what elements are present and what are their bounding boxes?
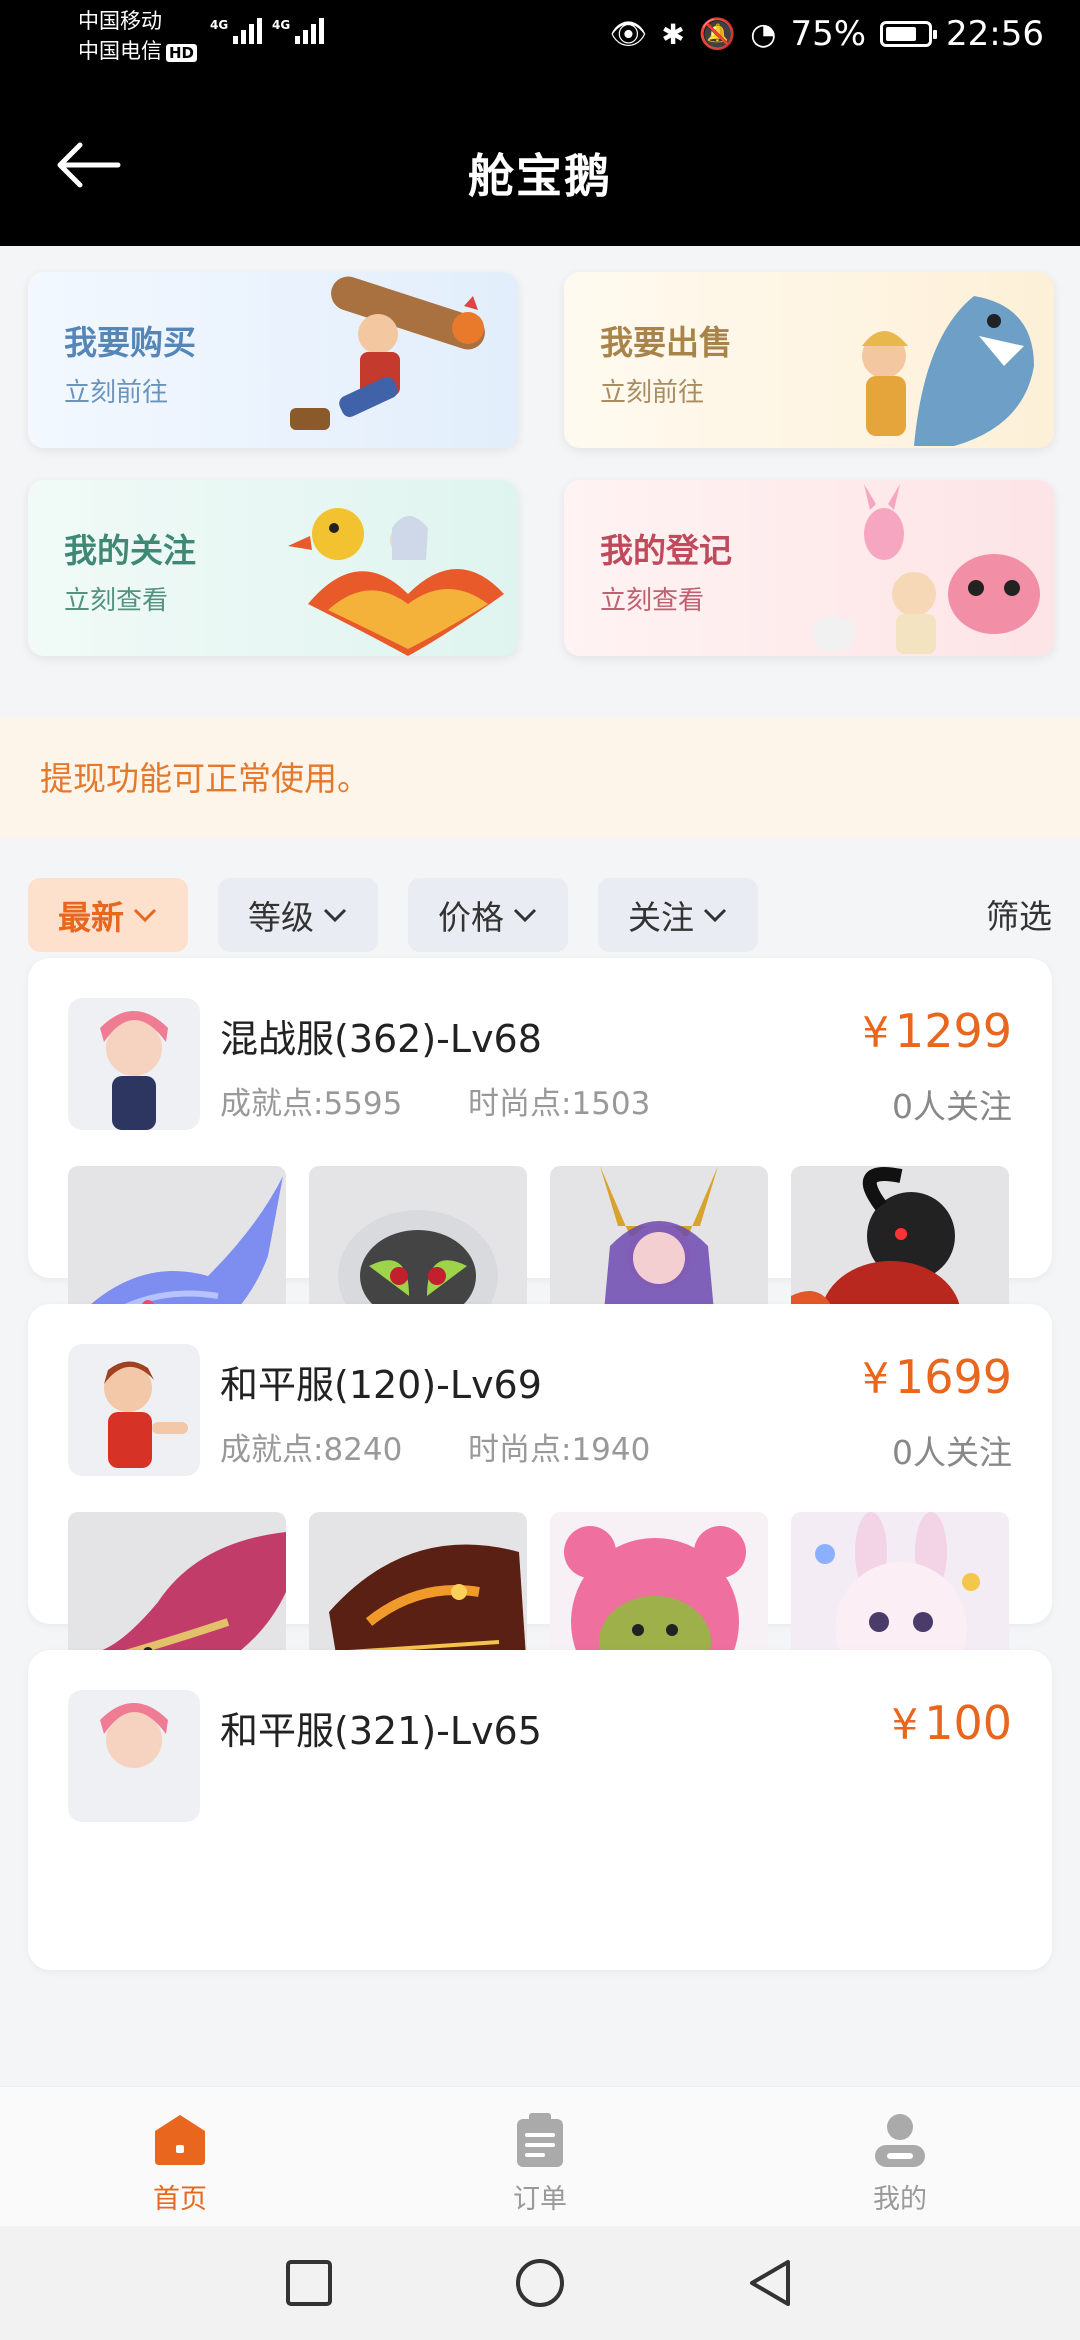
notice-text: 提现功能可正常使用。 <box>40 759 370 798</box>
tab-home[interactable]: 首页 <box>100 2111 260 2216</box>
achievement-points: 成就点:5595 <box>220 1086 403 1122</box>
price: ¥100 <box>891 1696 1012 1750</box>
back-triangle-icon[interactable] <box>744 2256 798 2310</box>
clock: 22:56 <box>946 14 1044 54</box>
register-card[interactable]: 我的登记 立刻查看 <box>564 480 1054 656</box>
listing-area: 最新 等级 价格 关注 筛选 混战服(362)-Lv68 成就点:5595 时尚… <box>0 838 1080 2086</box>
chevron-down-icon <box>513 908 537 923</box>
listing-title: 混战服(362)-Lv68 <box>220 1017 542 1061</box>
filter-bar: 最新 等级 价格 关注 筛选 <box>0 838 1080 978</box>
follow-count: 0人关注 <box>892 1087 1012 1126</box>
price: ¥1699 <box>862 1350 1012 1404</box>
status-right: 👁 ✱ 🔕 ◔ 75% 22:56 <box>609 14 1044 54</box>
tab-orders-label: 订单 <box>513 2184 567 2215</box>
avatar <box>68 1344 200 1476</box>
register-card-sub: 立刻查看 <box>600 586 705 616</box>
carrier-1: 中国移动 <box>78 9 162 33</box>
bottom-nav: 首页 订单 我的 <box>0 2086 1080 2226</box>
sell-card-title: 我要出售 <box>600 323 732 362</box>
listing-card[interactable]: 和平服(120)-Lv69 成就点:8240 时尚点:1940 ¥1699 0人… <box>28 1304 1052 1730</box>
price: ¥1299 <box>862 1004 1012 1058</box>
signal-icon-2: 4G <box>272 18 325 44</box>
follow-card-sub: 立刻查看 <box>64 586 169 616</box>
tab-orders[interactable]: 订单 <box>460 2111 620 2216</box>
app-bar: 舱宝鹅 <box>0 78 1080 246</box>
sell-illustration <box>862 296 1034 446</box>
carrier-info: 中国移动 中国电信 HD <box>78 6 198 66</box>
register-illustration <box>812 484 1040 654</box>
avatar <box>68 998 200 1130</box>
eye-icon: 👁 <box>609 16 648 52</box>
sell-card[interactable]: 我要出售 立刻前往 <box>564 272 1054 448</box>
tab-profile-label: 我的 <box>873 2184 927 2215</box>
achievement-points: 成就点:8240 <box>220 1432 403 1468</box>
quick-actions: 我要购买 立刻前往 我要出售 立刻前往 我的关注 立刻查看 我的登记 立刻查看 <box>28 272 1054 656</box>
carrier-2: 中国电信 <box>78 39 162 63</box>
status-bar: 中国移动 中国电信 HD 4G 4G 👁 ✱ 🔕 ◔ 75% 22:56 <box>0 0 1080 78</box>
follow-illustration <box>288 508 504 656</box>
page-title: 舱宝鹅 <box>468 149 612 203</box>
chevron-down-icon <box>133 908 157 923</box>
sort-price-chip[interactable]: 价格 <box>408 878 568 952</box>
notice-banner: 提现功能可正常使用。 <box>0 718 1080 838</box>
listing-title: 和平服(321)-Lv65 <box>220 1709 542 1753</box>
buy-illustration <box>290 276 485 430</box>
buy-card-sub: 立刻前往 <box>64 378 169 408</box>
battery-percent: 75% <box>790 14 867 54</box>
home-circle-icon[interactable] <box>513 2256 567 2310</box>
listing-title: 和平服(120)-Lv69 <box>220 1363 542 1407</box>
buy-card[interactable]: 我要购买 立刻前往 <box>28 272 518 448</box>
fashion-points: 时尚点:1940 <box>468 1432 651 1468</box>
chevron-down-icon <box>703 908 727 923</box>
tab-profile[interactable]: 我的 <box>820 2111 980 2216</box>
sort-level-chip[interactable]: 等级 <box>218 878 378 952</box>
bluetooth-icon: ✱ <box>661 17 685 51</box>
battery-icon <box>880 21 938 47</box>
home-icon <box>155 2115 205 2165</box>
avatar <box>68 1690 200 1822</box>
sell-card-sub: 立刻前往 <box>600 378 705 408</box>
buy-card-title: 我要购买 <box>64 323 196 362</box>
tab-home-label: 首页 <box>153 2184 207 2215</box>
listing-card[interactable]: 混战服(362)-Lv68 成就点:5595 时尚点:1503 ¥1299 0人… <box>28 958 1052 1384</box>
follow-card[interactable]: 我的关注 立刻查看 <box>28 480 518 656</box>
fashion-points: 时尚点:1503 <box>468 1086 651 1122</box>
follow-card-title: 我的关注 <box>64 531 196 570</box>
recent-apps-icon[interactable] <box>282 2256 336 2310</box>
follow-count: 0人关注 <box>892 1433 1012 1472</box>
speed-icon: ◔ <box>750 16 777 52</box>
filter-button[interactable]: 筛选 <box>986 890 1052 938</box>
listing-card[interactable]: 和平服(321)-Lv65 ¥100 <box>28 1650 1052 1970</box>
clipboard-icon <box>517 2113 563 2167</box>
hd-badge: HD <box>166 44 198 62</box>
sort-latest-chip[interactable]: 最新 <box>28 878 188 952</box>
sort-follow-chip[interactable]: 关注 <box>598 878 758 952</box>
signal-icon: 4G <box>210 18 263 44</box>
chevron-down-icon <box>323 908 347 923</box>
mute-bell-icon: 🔕 <box>698 16 737 52</box>
system-nav-bar <box>0 2226 1080 2340</box>
register-card-title: 我的登记 <box>600 531 732 570</box>
user-icon <box>875 2114 925 2167</box>
